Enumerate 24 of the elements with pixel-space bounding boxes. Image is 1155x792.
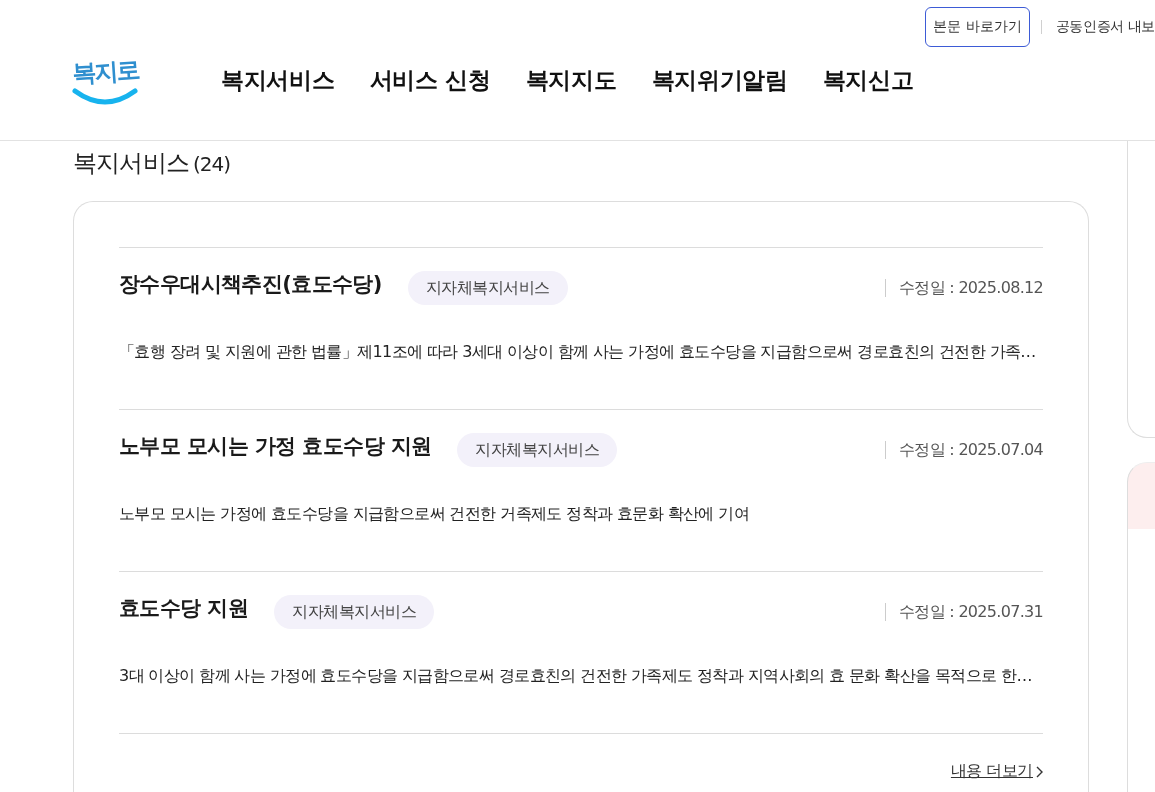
nav-menu-item[interactable]: 복지신고 <box>822 64 914 96</box>
service-title-link[interactable]: 노부모 모시는 가정 효도수당 지원 <box>119 432 432 460</box>
modified-date: 수정일 : 2025.08.12 <box>885 279 1043 297</box>
nav-menu-item[interactable]: 복지위기알림 <box>651 64 788 96</box>
skip-to-content-link[interactable]: 본문 바로가기 <box>925 7 1030 47</box>
nav-menu-item[interactable]: 서비스 신청 <box>369 64 491 96</box>
result-count: (24) <box>193 151 231 178</box>
service-title-link[interactable]: 효도수당 지원 <box>119 594 249 622</box>
modified-date: 수정일 : 2025.07.04 <box>885 441 1043 459</box>
modified-date: 수정일 : 2025.07.31 <box>885 603 1043 621</box>
category-tag: 지자체복지서비스 <box>274 595 435 629</box>
more-link[interactable]: 내용 더보기 <box>950 761 1043 782</box>
service-description: 3대 이상이 함께 사는 가정에 효도수당을 지급함으로써 경로효친의 건전한 가족제도 정착과 지역사회의 효 문화 확산을 목적으로 한… <box>119 665 1033 687</box>
section-title: 복지서비스 <box>73 148 189 178</box>
certificate-export-link[interactable]: 공동인증서 내보 <box>1055 18 1155 36</box>
site-logo[interactable]: 복지로 <box>72 57 138 105</box>
category-tag: 지자체복지서비스 <box>407 271 568 305</box>
service-description: 「효행 장려 및 지원에 관한 법률」제11조에 따라 3세대 이상이 함께 사는 가정에 효도수당을 지급함으로써 경로효친의 건전한 가족… <box>119 341 1037 363</box>
service-description: 노부모 모시는 가정에 효도수당을 지급함으로써 건전한 거족제도 정착과 효문화 확산에 기여 <box>119 503 751 525</box>
chevron-right-icon <box>1036 765 1043 778</box>
service-title-link[interactable]: 장수우대시책추진(효도수당) <box>119 270 382 298</box>
nav-menu-item[interactable]: 복지지도 <box>525 64 617 96</box>
category-tag: 지자체복지서비스 <box>457 433 618 467</box>
nav-menu-item[interactable]: 복지서비스 <box>221 64 335 96</box>
